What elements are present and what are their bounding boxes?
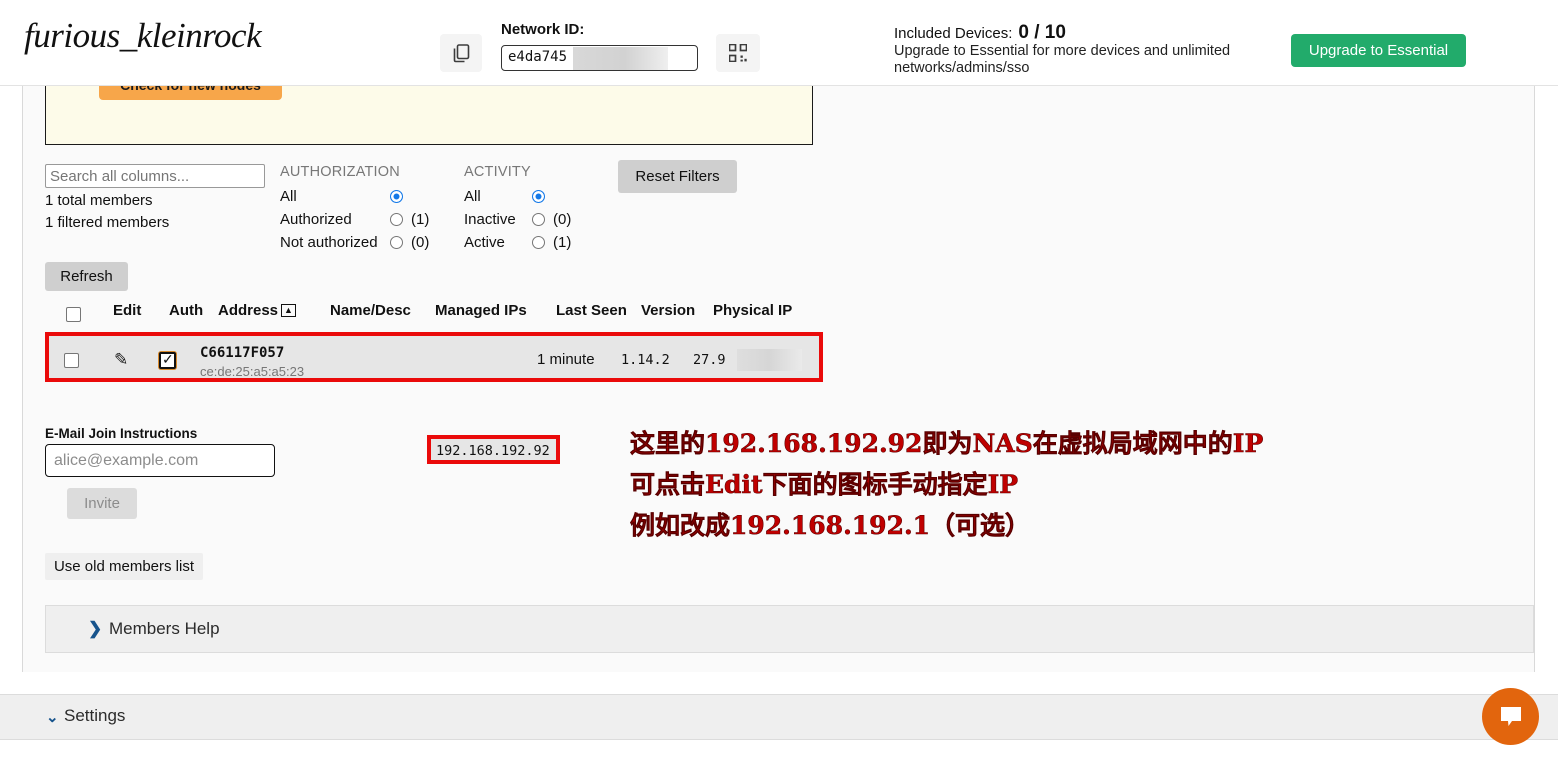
activity-filter-inactive-label: Inactive (464, 211, 516, 228)
activity-filter-all-radio[interactable] (532, 190, 545, 203)
column-header-auth[interactable]: Auth (169, 302, 203, 319)
reset-filters-button[interactable]: Reset Filters (618, 160, 737, 193)
annotation-line-2: 可点击Edit下面的图标手动指定IP (630, 470, 1019, 500)
chat-widget-button[interactable] (1482, 688, 1539, 745)
activity-filter-all[interactable]: All (464, 188, 545, 205)
sort-ascending-icon: ▲ (281, 304, 296, 317)
network-id-value: e4da745 (508, 49, 568, 65)
members-table: Edit Auth Address ▲ Name/Desc Managed IPs… (45, 302, 823, 382)
network-id-field[interactable]: e4da745 (501, 45, 698, 71)
auth-filter-authorized-count: (1) (411, 211, 430, 228)
column-header-version[interactable]: Version (641, 302, 695, 319)
included-devices-count: 0 / 10 (1018, 22, 1066, 43)
use-old-members-list-button[interactable]: Use old members list (45, 553, 203, 580)
activity-filter-all-label: All (464, 188, 481, 205)
activity-filter-active-count: (1) (553, 234, 572, 251)
physical-ip-redaction (737, 349, 802, 371)
auth-filter-authorized-label: Authorized (280, 211, 352, 228)
auth-filter-not-authorized-count: (0) (411, 234, 430, 251)
column-header-edit[interactable]: Edit (113, 302, 141, 319)
activity-filter-inactive[interactable]: Inactive (0) (464, 211, 571, 228)
copy-network-id-button[interactable] (440, 34, 482, 72)
show-qr-code-button[interactable] (716, 34, 760, 72)
auth-checkbox[interactable] (159, 351, 176, 369)
qr-code-icon (729, 44, 747, 62)
email-field[interactable] (45, 444, 275, 477)
column-header-last-seen[interactable]: Last Seen (556, 302, 627, 319)
select-all-checkbox[interactable] (66, 307, 81, 322)
row-select-checkbox[interactable] (64, 353, 79, 368)
app-header: furious_kleinrock Network ID: e4da745 In… (0, 0, 1558, 86)
network-id-redaction (573, 47, 668, 70)
network-id-label: Network ID: (501, 21, 585, 38)
activity-filter-inactive-radio[interactable] (532, 213, 545, 226)
auth-filter-authorized[interactable]: Authorized (1) (280, 211, 429, 228)
activity-filter-active-radio[interactable] (532, 236, 545, 249)
accordion-members-help[interactable]: ❯ Members Help (45, 605, 1534, 653)
auth-filter-not-authorized[interactable]: Not authorized (0) (280, 234, 429, 251)
activity-filter-active[interactable]: Active (1) (464, 234, 571, 251)
chevron-down-icon: ⌄ (46, 709, 59, 726)
auth-filter-all-label: All (280, 188, 297, 205)
column-header-name-desc[interactable]: Name/Desc (330, 302, 411, 319)
activity-filter-active-label: Active (464, 234, 505, 251)
included-devices: Included Devices: 0 / 10 (894, 22, 1066, 44)
copy-icon (453, 43, 469, 62)
search-input[interactable] (45, 164, 265, 188)
annotation-line-3: 例如改成192.168.192.1（可选） (630, 511, 1031, 541)
auth-filter-all[interactable]: All (280, 188, 403, 205)
total-members-count: 1 total members (45, 192, 153, 209)
auth-filter-not-authorized-label: Not authorized (280, 234, 378, 251)
activity-filter-title: ACTIVITY (464, 164, 531, 180)
cell-last-seen: 1 minute (537, 351, 595, 368)
authorization-filter-title: AUTHORIZATION (280, 164, 400, 180)
cell-address-mac: ce:de:25:a5:a5:23 (200, 364, 305, 379)
chevron-right-icon: ❯ (88, 619, 103, 638)
auth-filter-authorized-radio[interactable] (390, 213, 403, 226)
managed-ip-highlight: 192.168.192.92 (427, 435, 560, 464)
page-title: furious_kleinrock (24, 16, 262, 55)
members-panel: Check for new nodes 1 total members 1 fi… (22, 86, 1535, 672)
edit-pencil-icon[interactable]: ✎ (114, 350, 128, 370)
column-header-address[interactable]: Address ▲ (218, 302, 296, 319)
accordion-members-help-label: Members Help (109, 619, 220, 638)
new-nodes-notice: Check for new nodes (45, 86, 813, 145)
table-header-row: Edit Auth Address ▲ Name/Desc Managed IPs… (45, 302, 823, 328)
cell-managed-ip: 192.168.192.92 (436, 443, 550, 459)
upgrade-description: Upgrade to Essential for more devices an… (894, 43, 1231, 76)
upgrade-to-essential-button[interactable]: Upgrade to Essential (1291, 34, 1466, 67)
cell-physical-ip: 27.9 (693, 352, 726, 368)
included-devices-label: Included Devices: (894, 25, 1013, 42)
annotation-overlay: 这里的192.168.192.92即为NAS在虚拟局域网中的IP 可点击Edit… (630, 423, 1420, 546)
table-row[interactable]: ✎ C66117F057 ce:de:25:a5:a5:23 1 minute … (45, 332, 823, 382)
annotation-line-1: 这里的192.168.192.92即为NAS在虚拟局域网中的IP (630, 429, 1264, 459)
accordion-settings-label: Settings (64, 706, 126, 725)
email-join-label: E-Mail Join Instructions (45, 426, 198, 441)
accordion-settings[interactable]: ⌄ Settings (0, 694, 1558, 740)
refresh-button[interactable]: Refresh (45, 262, 128, 291)
activity-filter-inactive-count: (0) (553, 211, 572, 228)
column-header-physical-ip[interactable]: Physical IP (713, 302, 792, 319)
auth-filter-not-authorized-radio[interactable] (390, 236, 403, 249)
column-header-address-label: Address (218, 302, 279, 319)
cell-version: 1.14.2 (621, 352, 670, 368)
chat-bubble-icon (1500, 706, 1521, 726)
filtered-members-count: 1 filtered members (45, 214, 170, 231)
cell-address: C66117F057 (200, 345, 285, 361)
check-for-new-nodes-button[interactable]: Check for new nodes (99, 86, 282, 100)
auth-filter-all-radio[interactable] (390, 190, 403, 203)
column-header-managed-ips[interactable]: Managed IPs (435, 302, 527, 319)
invite-button[interactable]: Invite (67, 488, 137, 519)
